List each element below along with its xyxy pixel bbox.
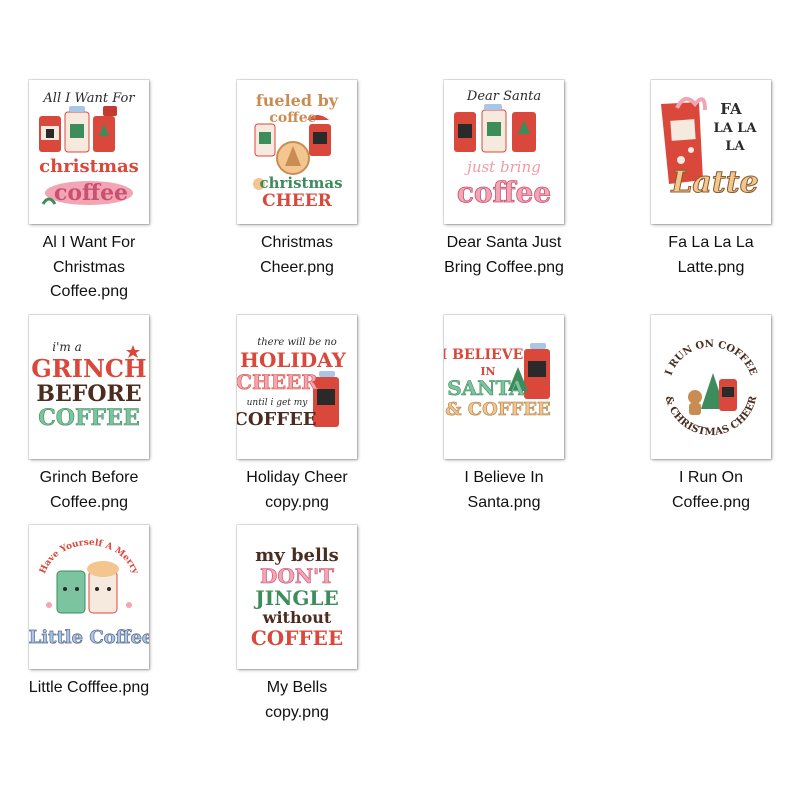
thumb-text: COFFEE	[251, 626, 343, 650]
thumb-text: Latte	[670, 165, 758, 200]
thumb-text: JINGLE	[253, 586, 339, 610]
file-item[interactable]: fueled by coffee christmas CHEER Christm…	[222, 80, 372, 310]
file-item[interactable]: All I Want For christmas coffee Al I Wan…	[14, 80, 164, 310]
image-thumbnail-icon[interactable]: there will be no HOLIDAY CHEER until i g…	[237, 315, 357, 459]
thumb-text: christmas	[39, 156, 139, 177]
thumb-text: there will be no	[257, 337, 337, 348]
thumb-text: Little Coffee	[29, 627, 149, 648]
file-name-label: Dear Santa Just Bring Coffee.png	[444, 234, 564, 276]
file-grid: All I Want For christmas coffee Al I Wan…	[0, 0, 800, 800]
thumb-text: GRINCH	[31, 354, 146, 383]
image-thumbnail-icon[interactable]: FA LA LA LA Latte	[651, 80, 771, 224]
image-thumbnail-icon[interactable]: Dear Santa just bring coffee	[444, 80, 564, 224]
thumb-text: I BELIEVE	[444, 347, 523, 363]
thumb-text: LA LA	[714, 121, 758, 136]
file-name-label: Christmas Cheer.png	[260, 234, 334, 276]
image-thumbnail-icon[interactable]: i'm a GRINCH BEFORE COFFEE	[29, 315, 149, 459]
thumb-text: CHEER	[262, 191, 333, 211]
file-item[interactable]: FA LA LA LA Latte Fa La La La Latte.png	[636, 80, 786, 310]
image-thumbnail-icon[interactable]: my bells DON'T JINGLE without COFFEE	[237, 525, 357, 669]
file-name-label: I Believe In Santa.png	[464, 469, 544, 511]
file-item[interactable]: my bells DON'T JINGLE without COFFEE My …	[222, 525, 372, 755]
file-item[interactable]: i'm a GRINCH BEFORE COFFEE Grinch Before…	[14, 315, 164, 545]
thumb-text: christmas	[259, 174, 342, 192]
thumb-text: without	[262, 608, 332, 627]
thumb-text: BEFORE	[36, 381, 141, 407]
file-item[interactable]: Have Yourself A Merry Little Coffee Litt…	[14, 525, 164, 755]
file-name-label: Little Cofffee.png	[28, 679, 150, 696]
image-thumbnail-icon[interactable]: I BELIEVE IN SANTA & COFFEE	[444, 315, 564, 459]
thumb-text: Dear Santa	[466, 89, 541, 104]
thumb-text: COFFEE	[237, 409, 317, 430]
thumb-text: All I Want For	[42, 91, 135, 106]
thumb-text: i'm a	[52, 340, 81, 354]
image-thumbnail-icon[interactable]: I RUN ON COFFEE & CHRISTMAS CHEER	[651, 315, 771, 459]
file-item[interactable]: I RUN ON COFFEE & CHRISTMAS CHEER I Run …	[636, 315, 786, 545]
thumb-text: fueled by	[256, 91, 339, 110]
file-name-label: Holiday Cheer copy.png	[246, 469, 348, 511]
thumb-text: LA	[725, 139, 745, 154]
thumb-text: coffee	[54, 180, 128, 206]
thumb-text: I RUN ON COFFEE	[664, 339, 759, 378]
thumb-text: coffee	[269, 110, 316, 126]
thumb-text: until i get my	[247, 398, 309, 408]
image-thumbnail-icon[interactable]: Have Yourself A Merry Little Coffee	[29, 525, 149, 669]
thumb-text: HOLIDAY	[240, 348, 347, 372]
file-name-label: I Run On Coffee.png	[672, 469, 750, 511]
file-item[interactable]: there will be no HOLIDAY CHEER until i g…	[222, 315, 372, 545]
thumb-text: coffee	[457, 176, 551, 209]
thumb-text: my bells	[255, 545, 339, 566]
thumb-text: DON'T	[260, 564, 334, 588]
file-item[interactable]: Dear Santa just bring coffee Dear Santa …	[429, 80, 579, 310]
thumb-text: just bring	[464, 158, 541, 176]
file-name-label: Al I Want For Christmas Coffee.png	[42, 234, 136, 300]
thumb-text: SANTA	[447, 376, 525, 400]
file-name-label: Grinch Before Coffee.png	[39, 469, 139, 511]
thumb-text: FA	[720, 100, 742, 118]
image-thumbnail-icon[interactable]: All I Want For christmas coffee	[29, 80, 149, 224]
file-name-label: My Bells copy.png	[265, 679, 329, 721]
thumb-text: & COFFEE	[445, 399, 551, 420]
image-thumbnail-icon[interactable]: fueled by coffee christmas CHEER	[237, 80, 357, 224]
file-name-label: Fa La La La Latte.png	[668, 234, 754, 276]
file-item[interactable]: I BELIEVE IN SANTA & COFFEE I Believe In…	[429, 315, 579, 545]
thumb-text: COFFEE	[38, 405, 139, 431]
thumb-text: CHEER	[237, 370, 318, 394]
